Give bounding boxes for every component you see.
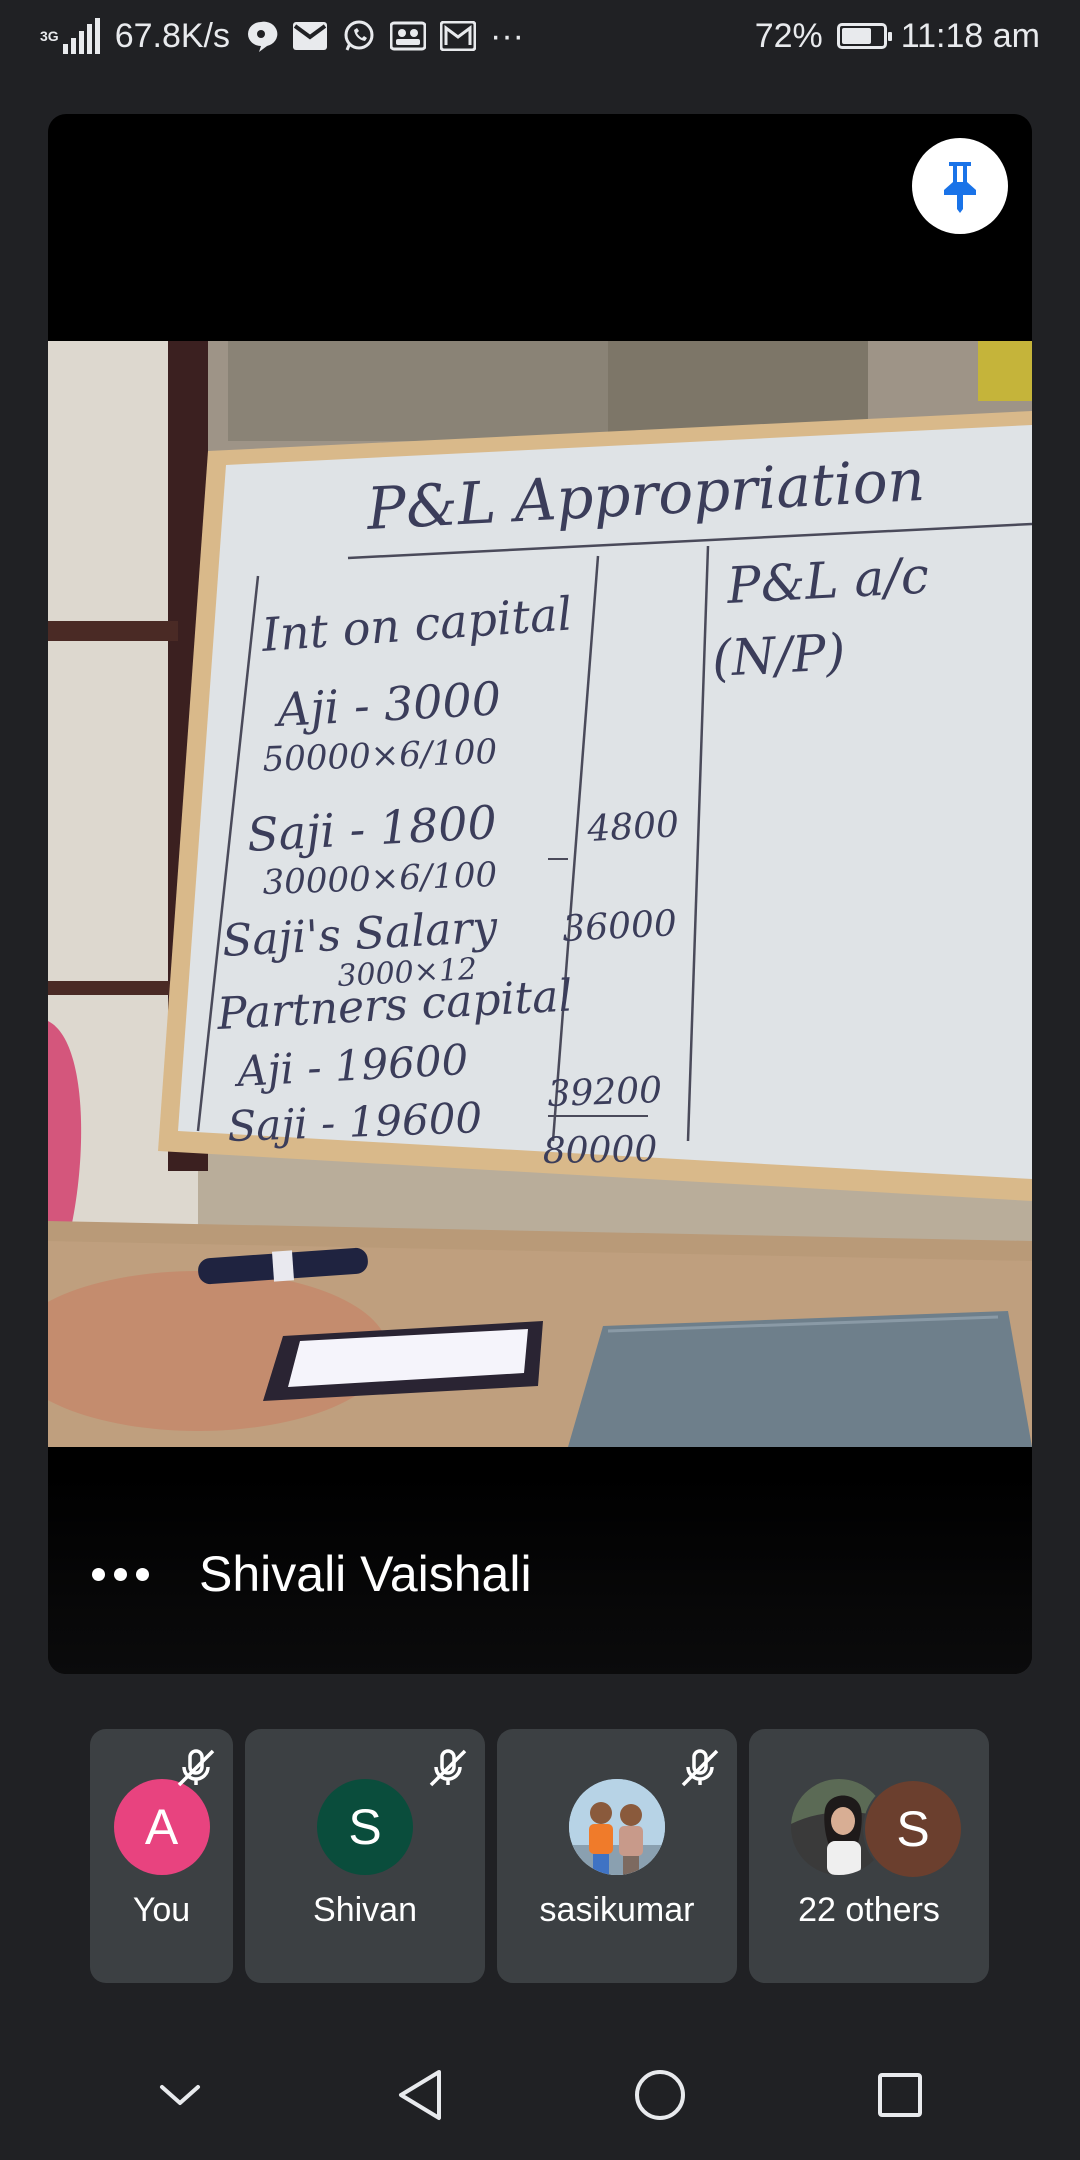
mic-off-icon (677, 1745, 723, 1796)
main-video-tile[interactable]: P&L Appropriation P&L a/c (N/P) Int on c… (48, 114, 1032, 1674)
participant-name: sasikumar (539, 1891, 695, 1929)
more-notifications-icon: ··· (490, 16, 524, 55)
wb-line-3: 50000×6/100 (262, 732, 498, 780)
participant-tile-others[interactable]: S 22 others (749, 1729, 989, 1983)
recents-icon[interactable] (855, 2050, 945, 2140)
signal-icon: 3G (40, 18, 101, 54)
status-left: 3G 67.8K/s ··· (40, 17, 524, 56)
back-icon[interactable] (375, 2050, 465, 2140)
participant-name: Shivan (313, 1891, 417, 1929)
wb-amt-2: 36000 (561, 903, 678, 950)
wb-line-10: Saji - 19600 (227, 1093, 483, 1151)
whiteboard-video: P&L Appropriation P&L a/c (N/P) Int on c… (48, 341, 1032, 1447)
wb-amt-total: 80000 (542, 1129, 657, 1172)
more-options-icon[interactable] (92, 1567, 149, 1581)
mic-off-icon (173, 1745, 219, 1796)
battery-percent: 72% (754, 16, 823, 55)
mic-off-icon (425, 1745, 471, 1796)
wb-right-heading-2: (N/P) (711, 623, 847, 688)
pin-icon (944, 162, 976, 213)
collapse-chevron-icon[interactable] (135, 2050, 225, 2140)
pin-button[interactable] (912, 138, 1008, 234)
wb-line-5: 30000×6/100 (262, 855, 498, 903)
speaker-bar: Shivali Vaishali (48, 1474, 1032, 1674)
avatar: S (317, 1779, 413, 1875)
status-bar: 3G 67.8K/s ··· 72% 11:18 am (0, 0, 1080, 72)
avatar-initial: S (348, 1799, 382, 1855)
gmail-icon (292, 21, 328, 51)
participant-tile-shivan[interactable]: S Shivan (245, 1729, 485, 1983)
participant-strip: A You S Shivan sasikumar S 22 others (90, 1729, 989, 1983)
status-right: 72% 11:18 am (755, 17, 1040, 56)
clock: 11:18 am (900, 16, 1040, 55)
wb-amt-3: 39200 (547, 1070, 663, 1115)
participant-tile-sasikumar[interactable]: sasikumar (497, 1729, 737, 1983)
contacts-icon (390, 21, 426, 51)
android-nav-bar (0, 2030, 1080, 2160)
avatar-initial: A (144, 1799, 179, 1855)
gmail-icon (440, 21, 476, 51)
battery-fill (841, 28, 871, 44)
participant-name: You (132, 1891, 191, 1929)
chat-bubble-icon (244, 19, 278, 53)
speaker-name: Shivali Vaishali (199, 1546, 532, 1602)
network-type: 3G (40, 28, 59, 44)
others-avatar-group: S (779, 1779, 963, 1879)
participant-tile-you[interactable]: A You (90, 1729, 233, 1983)
avatar-initial: S (896, 1801, 930, 1857)
wb-right-heading-1: P&L a/c (725, 546, 931, 615)
home-icon[interactable] (615, 2050, 705, 2140)
battery-icon (836, 23, 892, 49)
participant-name: 22 others (798, 1891, 940, 1929)
avatar: S (863, 1779, 963, 1879)
avatar-photo (569, 1779, 665, 1875)
net-speed: 67.8K/s (114, 16, 230, 55)
video-feed: P&L Appropriation P&L a/c (N/P) Int on c… (48, 341, 1032, 1447)
whatsapp-icon (342, 19, 376, 53)
wb-amt-1: 4800 (585, 804, 680, 850)
